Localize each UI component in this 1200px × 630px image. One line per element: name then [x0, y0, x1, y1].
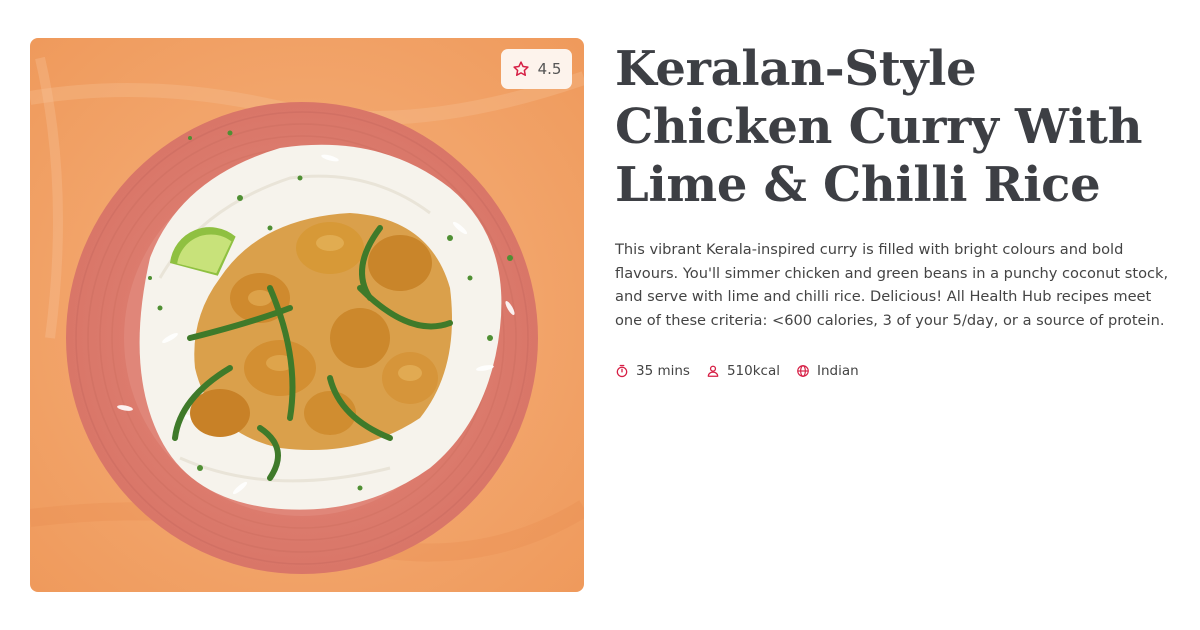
recipe-description: This vibrant Kerala-inspired curry is fi… — [615, 241, 1169, 329]
rating-badge[interactable]: 4.5 — [501, 49, 572, 89]
recipe-details: Keralan-Style Chicken Curry With Lime & … — [615, 40, 1175, 379]
recipe-meta: 35 mins 510kcal Indian — [615, 363, 1175, 379]
meta-time: 35 mins — [615, 363, 690, 379]
globe-icon — [797, 365, 809, 377]
meta-calories: 510kcal — [706, 363, 780, 379]
person-icon — [707, 365, 719, 377]
stopwatch-icon — [616, 364, 628, 378]
rating-value: 4.5 — [537, 60, 562, 78]
recipe-image — [30, 38, 584, 592]
curry-plate-illustration — [30, 38, 584, 592]
meta-cuisine: Indian — [796, 363, 859, 379]
star-icon — [512, 60, 530, 78]
meta-time-label: 35 mins — [636, 363, 690, 379]
meta-cuisine-label: Indian — [817, 363, 859, 379]
meta-calories-label: 510kcal — [726, 363, 780, 379]
recipe-title: Keralan-Style Chicken Curry With Lime & … — [615, 41, 1143, 213]
